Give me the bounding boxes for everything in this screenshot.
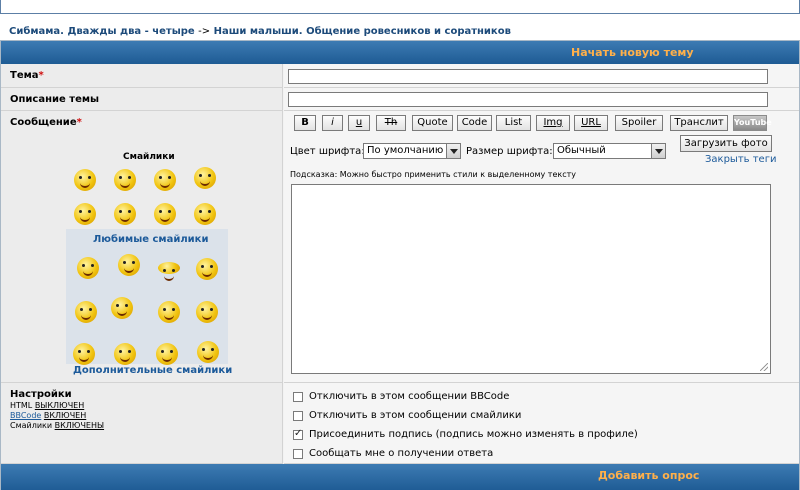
translit-button[interactable]: Транслит [670, 115, 728, 131]
notify-reply-label: Сообщать мне о получении ответа [309, 448, 494, 459]
italic-button[interactable]: i [322, 115, 343, 131]
settings-cell: Настройки HTML ВЫКЛЮЧЕН BBCode ВКЛЮЧЕН С… [1, 383, 283, 464]
upload-photo-button[interactable]: Загрузить фото [680, 135, 772, 152]
smiley-icon[interactable] [196, 301, 218, 323]
strike-button[interactable]: Th [376, 115, 406, 131]
smiley-icon[interactable] [75, 301, 97, 323]
resize-handle-icon[interactable] [760, 363, 768, 371]
new-topic-form: Начать новую тему Тема* Описание темы Со… [0, 40, 800, 490]
smiley-icon[interactable] [158, 301, 180, 323]
favorite-smileys-link[interactable]: Любимые смайлики [93, 234, 208, 245]
message-label: Сообщение* [10, 117, 82, 128]
smiley-icon[interactable] [77, 257, 99, 279]
list-button[interactable]: List [496, 115, 531, 131]
chevron-down-icon [651, 144, 665, 158]
smiley-icon[interactable] [156, 343, 178, 365]
smiley-icon[interactable] [196, 258, 218, 280]
settings-smileys: Смайлики ВКЛЮЧЕНЫ [10, 421, 105, 430]
more-smileys-link[interactable]: Дополнительные смайлики [73, 365, 232, 376]
chevron-down-icon [446, 144, 460, 158]
smiley-icon[interactable] [73, 343, 95, 365]
quote-button[interactable]: Quote [412, 115, 453, 131]
font-size-label: Размер шрифта: [466, 146, 553, 157]
font-color-select[interactable]: По умолчанию [363, 143, 461, 159]
bold-button[interactable]: B [294, 115, 316, 131]
smiley-icon[interactable] [194, 167, 216, 189]
topic-input[interactable] [288, 69, 768, 84]
font-color-label: Цвет шрифта: [290, 146, 365, 157]
topic-label: Тема* [10, 70, 44, 81]
smiley-icon[interactable] [74, 169, 96, 191]
smiley-icon[interactable] [111, 297, 133, 319]
add-poll-bar[interactable]: Добавить опрос [1, 464, 799, 490]
disable-bbcode-label: Отключить в этом сообщении BBCode [309, 391, 510, 402]
smiley-icon[interactable] [74, 203, 96, 225]
settings-bbcode: BBCode ВКЛЮЧЕН [10, 411, 86, 420]
options-cell: Отключить в этом сообщении BBCode Отключ… [284, 383, 799, 464]
topic-input-cell [284, 64, 799, 88]
bbcode-state-link[interactable]: ВКЛЮЧЕН [44, 411, 86, 420]
smiley-icon[interactable] [197, 341, 219, 363]
editor-hint: Подсказка: Можно быстро применить стили … [290, 170, 576, 179]
youtube-icon[interactable]: YouTube [733, 115, 772, 131]
smiley-icon[interactable] [114, 343, 136, 365]
smiley-icon[interactable] [114, 203, 136, 225]
top-panel [0, 0, 800, 14]
url-button[interactable]: URL [574, 115, 608, 131]
attach-signature-checkbox[interactable] [293, 428, 303, 440]
description-label-cell: Описание темы [1, 88, 283, 111]
message-editor-cell: B i u Th Quote Code List Img URL Spoiler… [284, 111, 799, 383]
close-tags-link[interactable]: Закрыть теги [705, 154, 776, 165]
smiley-icon[interactable] [194, 203, 216, 225]
smileys-state-link[interactable]: ВКЛЮЧЕНЫ [55, 421, 104, 430]
attach-signature-label: Присоединить подпись (подпись можно изме… [309, 429, 638, 440]
disable-bbcode-checkbox[interactable] [293, 392, 303, 402]
spoiler-button[interactable]: Spoiler [615, 115, 663, 131]
breadcrumb-separator: -> [198, 26, 211, 37]
topic-label-cell: Тема* [1, 64, 283, 88]
code-button[interactable]: Code [457, 115, 492, 131]
breadcrumb-section-link[interactable]: Наши малыши. Общение ровесников и соратн… [214, 26, 511, 37]
smiley-icon[interactable] [114, 169, 136, 191]
message-textarea[interactable] [291, 184, 771, 374]
smiley-icon[interactable] [154, 169, 176, 191]
description-label: Описание темы [10, 94, 100, 105]
breadcrumb-forum-link[interactable]: Сибмама. Дважды два - четыре [9, 26, 195, 37]
description-input[interactable] [288, 92, 768, 107]
form-header: Начать новую тему [1, 41, 799, 64]
notify-reply-checkbox[interactable] [293, 449, 303, 459]
underline-button[interactable]: u [348, 115, 370, 131]
font-size-select[interactable]: Обычный [553, 143, 666, 159]
disable-smileys-label: Отключить в этом сообщении смайлики [309, 410, 522, 421]
description-input-cell [284, 88, 799, 111]
add-poll-title: Добавить опрос [598, 469, 700, 482]
message-left-cell: Сообщение* Смайлики Любимые смайлики Доп… [1, 111, 283, 383]
disable-smileys-checkbox[interactable] [293, 411, 303, 421]
smileys-title: Смайлики [123, 152, 175, 162]
smiley-icon[interactable] [118, 254, 140, 276]
html-state-link[interactable]: ВЫКЛЮЧЕН [35, 401, 84, 410]
bbcode-help-link[interactable]: BBCode [10, 411, 41, 420]
form-header-title: Начать новую тему [571, 46, 694, 59]
smiley-icon[interactable] [158, 262, 180, 281]
settings-title: Настройки [10, 389, 72, 400]
img-button[interactable]: Img [536, 115, 570, 131]
breadcrumb: Сибмама. Дважды два - четыре -> Наши мал… [9, 26, 511, 37]
smiley-icon[interactable] [154, 203, 176, 225]
settings-html: HTML ВЫКЛЮЧЕН [10, 401, 85, 410]
